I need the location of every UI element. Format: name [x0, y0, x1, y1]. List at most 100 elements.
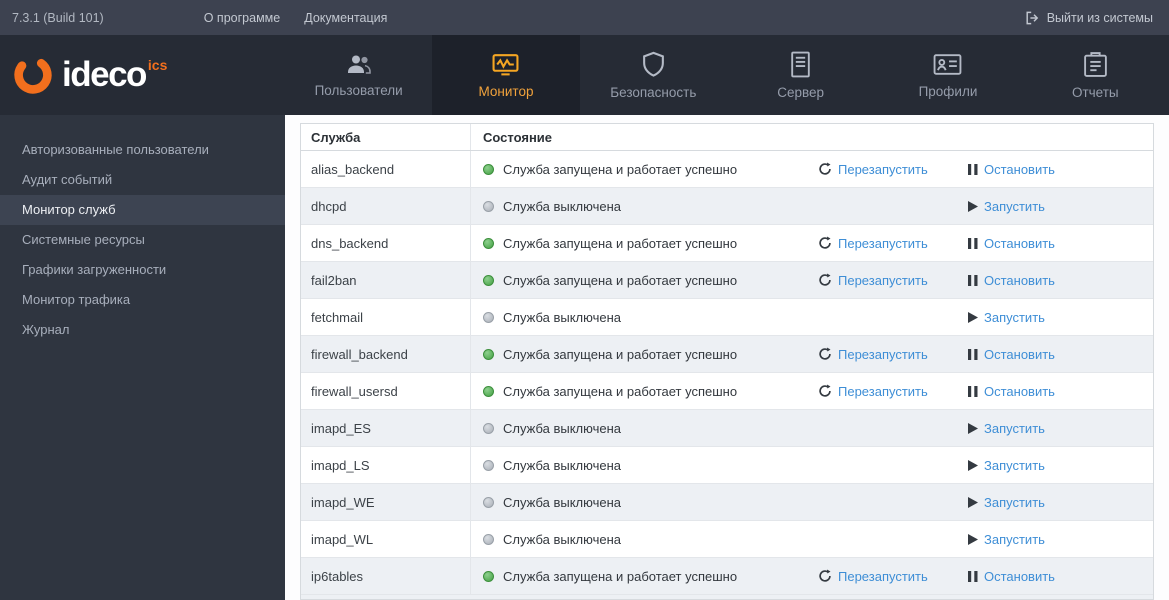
- services-table: Служба Состояние alias_backend Служба зап…: [300, 123, 1154, 600]
- service-status: Служба запущена и работает успешно: [503, 384, 818, 399]
- sidebar: Авторизованные пользователиАудит событий…: [0, 115, 285, 600]
- main-nav: Пользователи Монитор Безопасность Сервер Про…: [285, 35, 1169, 115]
- service-status: Служба запущена и работает успешно: [503, 569, 818, 584]
- table-header: Служба Состояние: [301, 124, 1153, 151]
- app-window: 7.3.1 (Build 101) О программе Документац…: [0, 0, 1169, 600]
- service-state-cell: Служба запущена и работает успешноПереза…: [471, 336, 1153, 372]
- service-name: alias_backend: [301, 151, 471, 187]
- restart-link[interactable]: Перезапустить: [818, 162, 928, 177]
- status-stopped-icon: [483, 423, 494, 434]
- menu-about[interactable]: О программе: [204, 11, 280, 25]
- restart-link[interactable]: Перезапустить: [818, 236, 928, 251]
- table-row: fetchmailСлужба выключенаЗапустить: [301, 299, 1153, 336]
- restart-link[interactable]: Перезапустить: [818, 273, 928, 288]
- sidebar-item-authorized-users[interactable]: Авторизованные пользователи: [0, 135, 285, 165]
- restart-icon: [818, 384, 832, 398]
- service-state-cell: Служба выключенаЗапустить: [471, 299, 1153, 335]
- tab-users[interactable]: Пользователи: [285, 35, 432, 115]
- sidebar-item-journal[interactable]: Журнал: [0, 315, 285, 345]
- tab-label: Сервер: [777, 85, 824, 100]
- restart-link-label: Перезапустить: [838, 347, 928, 362]
- service-state-cell: Служба выключена Запустить: [471, 447, 1153, 483]
- restart-link[interactable]: Перезапустить: [818, 347, 928, 362]
- sidebar-item-event-audit[interactable]: Аудит событий: [0, 165, 285, 195]
- version-label: 7.3.1 (Build 101): [12, 11, 104, 25]
- service-state-cell: Служба запущена и работает успешно Переза…: [471, 151, 1153, 187]
- topbar: 7.3.1 (Build 101) О программе Документац…: [0, 0, 1169, 35]
- pause-icon: [968, 349, 978, 360]
- service-table-body: alias_backend Служба запущена и работает …: [301, 151, 1153, 595]
- restart-link-label: Перезапустить: [838, 162, 928, 177]
- service-state-cell: Служба выключена Запустить: [471, 484, 1153, 520]
- stop-link[interactable]: Остановить: [968, 347, 1055, 362]
- service-name: imapd_LS: [301, 447, 471, 483]
- table-row: firewall_usersdСлужба запущена и работае…: [301, 373, 1153, 410]
- play-icon: [968, 497, 978, 508]
- restart-link-label: Перезапустить: [838, 569, 928, 584]
- col-header-state: Состояние: [471, 124, 1153, 150]
- service-name: fetchmail: [301, 299, 471, 335]
- brand-logo[interactable]: ideco ics: [0, 35, 285, 115]
- start-link[interactable]: Запустить: [968, 458, 1045, 473]
- tab-label: Безопасность: [610, 85, 696, 100]
- stop-link-label: Остановить: [984, 569, 1055, 584]
- action-cell: Остановить: [968, 384, 1098, 399]
- start-link[interactable]: Запустить: [968, 421, 1045, 436]
- logout-label: Выйти из системы: [1047, 11, 1153, 25]
- stop-link[interactable]: Остановить: [968, 273, 1055, 288]
- stop-link-label: Остановить: [984, 273, 1055, 288]
- stop-link[interactable]: Остановить: [968, 384, 1055, 399]
- sidebar-item-system-resources[interactable]: Системные ресурсы: [0, 225, 285, 255]
- restart-link-label: Перезапустить: [838, 236, 928, 251]
- service-status: Служба выключена: [503, 458, 818, 473]
- service-name: firewall_backend: [301, 336, 471, 372]
- menu-docs[interactable]: Документация: [304, 11, 387, 25]
- service-state-cell: Служба выключенаЗапустить: [471, 521, 1153, 557]
- tab-server[interactable]: Сервер: [727, 35, 874, 115]
- table-row: dhcpdСлужба выключенаЗапустить: [301, 188, 1153, 225]
- tab-security[interactable]: Безопасность: [580, 35, 727, 115]
- service-name: imapd_WE: [301, 484, 471, 520]
- stop-link[interactable]: Остановить: [968, 569, 1055, 584]
- table-row: firewall_backendСлужба запущена и работа…: [301, 336, 1153, 373]
- main-area: Авторизованные пользователиАудит событий…: [0, 115, 1169, 600]
- play-icon: [968, 201, 978, 212]
- tab-label: Монитор: [479, 84, 534, 99]
- start-link[interactable]: Запустить: [968, 310, 1045, 325]
- start-link[interactable]: Запустить: [968, 532, 1045, 547]
- action-cell: Запустить: [968, 310, 1098, 325]
- service-status: Служба запущена и работает успешно: [503, 162, 818, 177]
- service-name: dns_backend: [301, 225, 471, 261]
- restart-link[interactable]: Перезапустить: [818, 569, 928, 584]
- start-link-label: Запустить: [984, 310, 1045, 325]
- pause-icon: [968, 275, 978, 286]
- header: ideco ics Пользователи Монитор Безопасност…: [0, 35, 1169, 115]
- sidebar-item-traffic-monitor[interactable]: Монитор трафика: [0, 285, 285, 315]
- start-link[interactable]: Запустить: [968, 495, 1045, 510]
- action-cell: Остановить: [968, 347, 1098, 362]
- stop-link[interactable]: Остановить: [968, 162, 1055, 177]
- restart-link[interactable]: Перезапустить: [818, 384, 928, 399]
- restart-icon: [818, 347, 832, 361]
- start-link-label: Запустить: [984, 421, 1045, 436]
- logout-button[interactable]: Выйти из системы: [1024, 10, 1153, 26]
- start-link[interactable]: Запустить: [968, 199, 1045, 214]
- tab-monitor[interactable]: Монитор: [432, 35, 579, 115]
- tab-reports[interactable]: Отчеты: [1022, 35, 1169, 115]
- stop-link-label: Остановить: [984, 162, 1055, 177]
- tab-profiles[interactable]: Профили: [874, 35, 1021, 115]
- stop-link-label: Остановить: [984, 384, 1055, 399]
- sidebar-item-load-graphs[interactable]: Графики загруженности: [0, 255, 285, 285]
- action-cell: Остановить: [968, 162, 1098, 177]
- sidebar-item-service-monitor[interactable]: Монитор служб: [0, 195, 285, 225]
- stop-link[interactable]: Остановить: [968, 236, 1055, 251]
- start-link-label: Запустить: [984, 199, 1045, 214]
- service-status: Служба выключена: [503, 495, 818, 510]
- ideco-logo-icon: [10, 52, 56, 98]
- play-icon: [968, 312, 978, 323]
- service-state-cell: Служба запущена и работает успешноПереза…: [471, 262, 1153, 298]
- status-stopped-icon: [483, 312, 494, 323]
- service-status: Служба запущена и работает успешно: [503, 236, 818, 251]
- table-row: alias_backendСлужба запущена и работает …: [301, 151, 1153, 188]
- action-cell: Запустить: [968, 458, 1098, 473]
